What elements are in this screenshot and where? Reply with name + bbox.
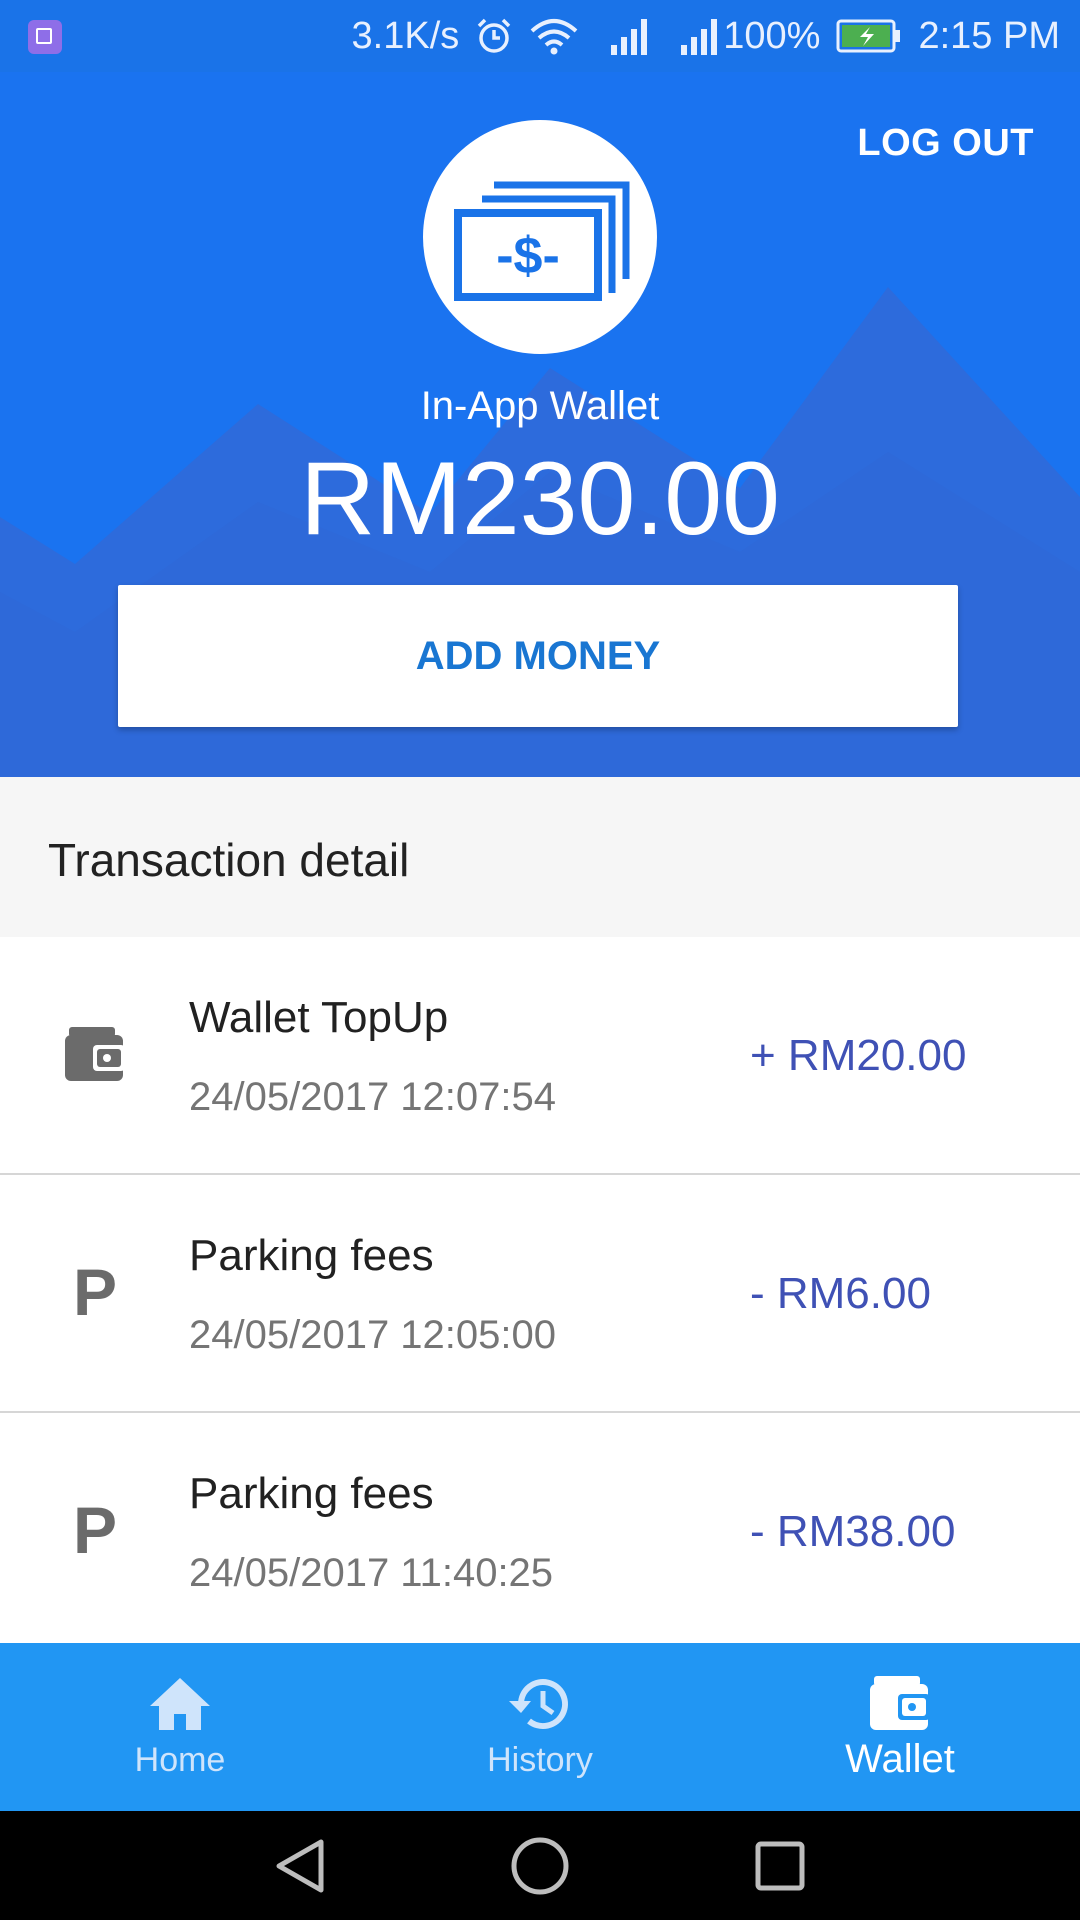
- transaction-section-header: Transaction detail: [0, 777, 1080, 937]
- home-button[interactable]: [420, 1836, 660, 1896]
- signal-icon: [679, 17, 719, 55]
- nav-label-wallet: Wallet: [845, 1737, 955, 1781]
- wallet-icon: [870, 1673, 930, 1735]
- back-triangle-icon: [276, 1839, 324, 1892]
- system-navigation-bar: [0, 1811, 1080, 1920]
- parking-icon: P: [72, 1493, 118, 1567]
- bottom-navigation: Home History Wallet: [0, 1643, 1080, 1811]
- home-circle-icon: [511, 1837, 569, 1894]
- transaction-date: 24/05/2017 12:05:00: [189, 1313, 557, 1357]
- back-button[interactable]: [180, 1838, 420, 1894]
- svg-text:-$-: -$-: [496, 227, 560, 285]
- recents-square-icon: [755, 1841, 805, 1890]
- section-title: Transaction detail: [48, 834, 410, 886]
- nav-item-wallet[interactable]: Wallet: [720, 1643, 1080, 1811]
- app-notification-icon: [28, 20, 62, 54]
- parking-icon: P: [72, 1255, 118, 1329]
- battery-charging-icon: [836, 19, 902, 53]
- wallet-balance: RM230.00: [300, 441, 780, 557]
- transaction-date: 24/05/2017 11:40:25: [189, 1551, 554, 1595]
- transaction-row[interactable]: Wallet TopUp 24/05/2017 12:07:54 + RM20.…: [0, 937, 1080, 1175]
- transaction-date: 24/05/2017 12:07:54: [189, 1075, 557, 1119]
- transaction-list: Wallet TopUp 24/05/2017 12:07:54 + RM20.…: [0, 937, 1080, 1649]
- recents-button[interactable]: [660, 1840, 900, 1892]
- alarm-icon: [475, 17, 513, 55]
- transaction-row[interactable]: P Parking fees 24/05/2017 11:40:25 - RM3…: [0, 1413, 1080, 1649]
- money-stack-icon: -$-: [423, 120, 657, 354]
- clock: 2:15 PM: [918, 14, 1060, 57]
- transaction-title: Parking fees: [189, 1469, 434, 1518]
- transaction-title: Wallet TopUp: [189, 993, 449, 1042]
- wallet-header: LOG OUT -$- In-App Wallet RM230.00 ADD M…: [0, 72, 1080, 777]
- transaction-row[interactable]: P Parking fees 24/05/2017 12:05:00 - RM6…: [0, 1175, 1080, 1413]
- wallet-title: In-App Wallet: [420, 384, 660, 428]
- transaction-title: Parking fees: [189, 1231, 434, 1280]
- transaction-amount: - RM6.00: [750, 1269, 931, 1318]
- logout-button[interactable]: LOG OUT: [857, 122, 1034, 165]
- nav-label-home: Home: [134, 1741, 226, 1779]
- nav-item-history[interactable]: History: [360, 1643, 720, 1811]
- home-icon: [148, 1673, 212, 1735]
- history-icon: [507, 1673, 573, 1735]
- battery-level: 100%: [723, 14, 821, 57]
- network-speed: 3.1K/s: [351, 14, 460, 57]
- status-bar: 3.1K/s 100% 2:15 PM: [0, 0, 1080, 72]
- nav-label-history: History: [487, 1741, 593, 1779]
- nav-item-home[interactable]: Home: [0, 1643, 360, 1811]
- wifi-icon: [529, 17, 579, 55]
- signal-icon: [609, 17, 649, 55]
- wallet-icon: [64, 1023, 126, 1085]
- transaction-amount: + RM20.00: [750, 1031, 967, 1080]
- add-money-button[interactable]: ADD MONEY: [118, 585, 958, 727]
- transaction-amount: - RM38.00: [750, 1507, 956, 1556]
